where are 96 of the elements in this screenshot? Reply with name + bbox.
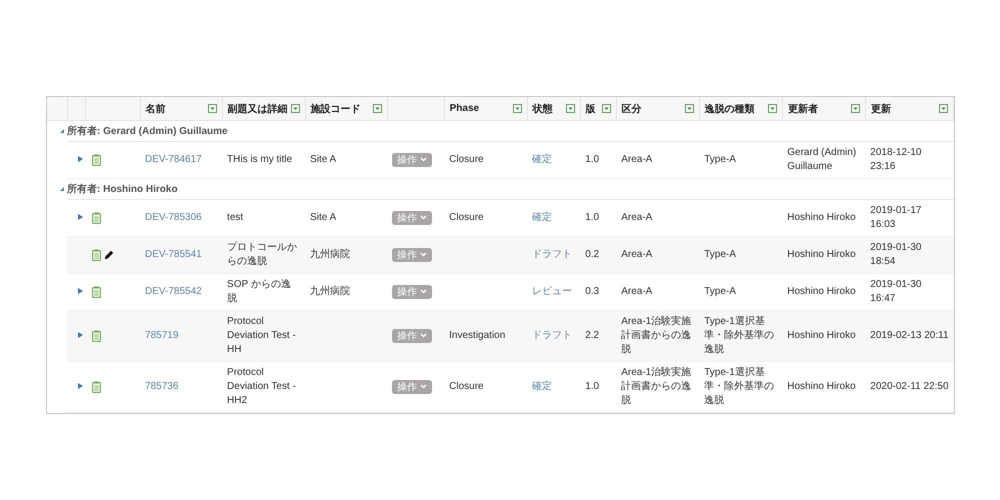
phase-text: Closure — [449, 212, 484, 223]
date-text: 2019-02-13 20:11 — [870, 330, 949, 341]
updater-text: Hoshino Hiroko — [787, 249, 856, 260]
expand-icon[interactable] — [78, 288, 83, 294]
filter-icon[interactable] — [566, 104, 575, 113]
caret-icon — [420, 333, 428, 338]
filter-icon[interactable] — [208, 104, 217, 113]
expand-icon[interactable] — [78, 156, 83, 162]
title-text: test — [227, 212, 244, 223]
version-text: 1.0 — [585, 212, 600, 223]
clipboard-icon[interactable] — [92, 154, 101, 166]
title-text: THis is my title — [227, 154, 292, 165]
version-text: 1.0 — [585, 154, 600, 165]
action-button[interactable]: 操作 — [392, 380, 432, 394]
updater-text: Gerard (Admin) Guillaume — [787, 147, 856, 172]
status-link[interactable]: 確定 — [532, 212, 552, 223]
deviation-link[interactable]: 785719 — [145, 330, 178, 341]
expand-icon[interactable] — [78, 383, 83, 389]
updater-text: Hoshino Hiroko — [787, 212, 856, 223]
phase-text: Investigation — [449, 330, 506, 341]
expand-icon[interactable] — [78, 214, 83, 220]
column-header[interactable]: Phase — [450, 103, 480, 114]
pencil-icon[interactable] — [104, 250, 114, 260]
column-header[interactable]: 区分 — [622, 102, 642, 116]
column-header[interactable]: 版 — [586, 102, 596, 116]
phase-text: Closure — [449, 381, 484, 392]
status-link[interactable]: 確定 — [532, 154, 552, 165]
type-text: Type-1選択基準・除外基準の逸脱 — [704, 367, 774, 406]
group-header: 所有者: Gerard (Admin) Guillaume — [67, 126, 228, 137]
status-link[interactable]: ドラフト — [532, 330, 572, 341]
version-text: 1.0 — [585, 381, 600, 392]
area-text: Area-A — [621, 212, 652, 223]
action-button[interactable]: 操作 — [392, 284, 432, 298]
area-text: Area-A — [621, 249, 652, 260]
column-header[interactable]: 更新 — [870, 102, 891, 116]
deviation-link[interactable]: 785736 — [145, 381, 178, 392]
status-link[interactable]: 確定 — [532, 381, 552, 392]
caret-icon — [420, 252, 428, 257]
filter-icon[interactable] — [512, 104, 522, 113]
version-text: 0.2 — [585, 249, 600, 260]
collapse-icon[interactable] — [59, 128, 65, 134]
deviation-link[interactable]: DEV-785542 — [145, 286, 202, 297]
deviation-link[interactable]: DEV-785306 — [145, 212, 202, 223]
action-button[interactable]: 操作 — [392, 210, 432, 224]
site-text: 九州病院 — [310, 286, 350, 297]
action-button[interactable]: 操作 — [392, 152, 432, 166]
caret-icon — [420, 157, 428, 162]
title-text: Protocol Deviation Test - HH — [227, 316, 296, 355]
clipboard-icon[interactable] — [92, 330, 101, 342]
filter-icon[interactable] — [684, 104, 694, 113]
filter-icon[interactable] — [602, 104, 611, 113]
expand-icon[interactable] — [78, 332, 83, 338]
updater-text: Hoshino Hiroko — [787, 286, 856, 297]
date-text: 2019-01-30 16:47 — [870, 279, 922, 304]
filter-icon[interactable] — [290, 104, 300, 113]
area-text: Area-A — [621, 286, 652, 297]
action-button[interactable]: 操作 — [392, 328, 432, 342]
clipboard-icon[interactable] — [92, 381, 101, 393]
filter-icon[interactable] — [850, 104, 860, 113]
version-text: 0.3 — [585, 286, 600, 297]
filter-icon[interactable] — [768, 104, 777, 113]
filter-icon[interactable] — [939, 104, 948, 113]
date-text: 2019-01-17 16:03 — [870, 205, 922, 230]
version-text: 2.2 — [585, 330, 600, 341]
date-text: 2018-12-10 23:16 — [870, 147, 922, 172]
collapse-icon[interactable] — [59, 186, 65, 192]
title-text: SOP からの逸脱 — [227, 279, 291, 304]
caret-icon — [420, 289, 428, 294]
area-text: Area-1治験実施計画書からの逸脱 — [621, 367, 692, 406]
type-text: Type-1選択基準・除外基準の逸脱 — [704, 316, 774, 355]
date-text: 2019-01-30 18:54 — [870, 242, 922, 267]
action-button[interactable]: 操作 — [392, 248, 432, 262]
column-header[interactable]: 名前 — [146, 102, 166, 116]
type-text: Type-A — [704, 249, 736, 260]
updater-text: Hoshino Hiroko — [787, 381, 856, 392]
caret-icon — [420, 215, 428, 220]
type-text: Type-A — [704, 154, 736, 165]
type-text: Type-A — [704, 286, 736, 297]
phase-text: Closure — [449, 154, 484, 165]
clipboard-icon[interactable] — [92, 212, 101, 224]
filter-icon[interactable] — [372, 104, 382, 113]
area-text: Area-1治験実施計画書からの逸脱 — [621, 316, 692, 355]
clipboard-icon[interactable] — [92, 249, 101, 261]
updater-text: Hoshino Hiroko — [787, 330, 856, 341]
group-header: 所有者: Hoshino Hiroko — [67, 184, 178, 195]
site-text: Site A — [310, 212, 336, 223]
date-text: 2020-02-11 22:50 — [870, 381, 949, 392]
area-text: Area-A — [621, 154, 652, 165]
deviation-link[interactable]: DEV-784617 — [145, 154, 202, 165]
title-text: Protocol Deviation Test - HH2 — [227, 367, 296, 406]
title-text: プロトコールからの逸脱 — [227, 242, 298, 267]
site-text: 九州病院 — [310, 249, 350, 260]
clipboard-icon[interactable] — [92, 286, 101, 298]
site-text: Site A — [310, 154, 336, 165]
status-link[interactable]: レビュー — [532, 286, 572, 297]
caret-icon — [420, 384, 428, 389]
